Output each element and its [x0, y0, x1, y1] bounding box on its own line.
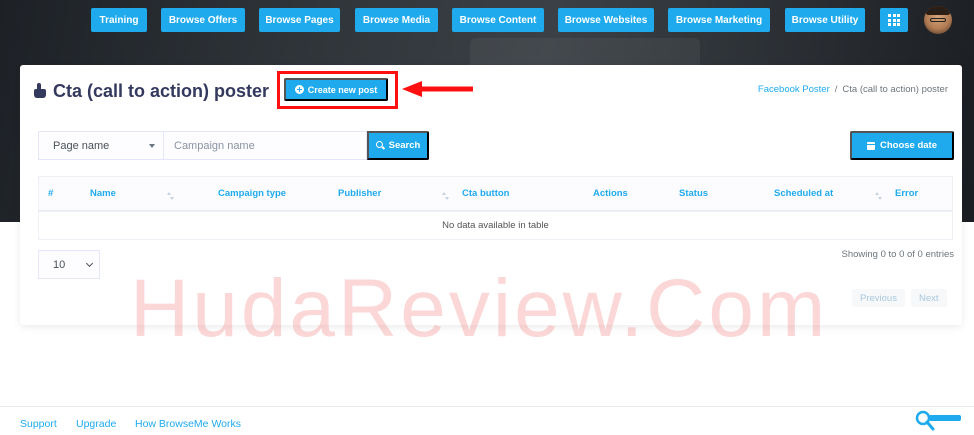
column-header-number[interactable]: #: [48, 188, 53, 199]
footer-support-link[interactable]: Support: [20, 418, 57, 430]
nav-browse-content-button[interactable]: Browse Content: [452, 8, 544, 32]
search-icon: [375, 141, 385, 150]
create-new-post-label: Create new post: [307, 84, 378, 95]
column-header-actions[interactable]: Actions: [593, 188, 628, 199]
column-header-publisher[interactable]: Publisher: [338, 188, 381, 199]
chevron-down-icon: [85, 259, 94, 267]
page-title-text: Cta (call to action) poster: [53, 80, 270, 101]
page-length-select[interactable]: 10: [38, 250, 100, 279]
sort-icon[interactable]: [875, 192, 882, 201]
column-header-scheduled-at[interactable]: Scheduled at: [774, 188, 833, 199]
red-arrow-icon: [402, 81, 473, 97]
filter-bar: Page name Search: [38, 131, 429, 160]
nav-browse-offers-button[interactable]: Browse Offers: [161, 8, 245, 32]
table-empty-message: No data available in table: [442, 220, 549, 231]
calendar-icon: [866, 141, 875, 150]
next-page-button[interactable]: Next: [910, 289, 947, 307]
campaign-name-input[interactable]: [164, 131, 367, 160]
sort-icon[interactable]: [442, 192, 449, 201]
table-header: # Name Campaign type Publisher Cta butto…: [39, 177, 952, 212]
nav-browse-media-button[interactable]: Browse Media: [355, 8, 438, 32]
search-button[interactable]: Search: [367, 131, 429, 160]
user-avatar[interactable]: [924, 6, 952, 34]
footer-how-browseme-works-link[interactable]: How BrowseMe Works: [135, 418, 241, 430]
table-info: Showing 0 to 0 of 0 entries: [841, 249, 955, 260]
choose-date-button[interactable]: Choose date: [850, 131, 954, 160]
page-length-value: 10: [53, 258, 66, 271]
choose-date-label: Choose date: [879, 140, 937, 151]
footer-upgrade-link[interactable]: Upgrade: [76, 418, 116, 430]
nav-browse-marketing-button[interactable]: Browse Marketing: [668, 8, 770, 32]
hand-pointer-icon: [33, 83, 47, 99]
nav-training-button[interactable]: Training: [91, 8, 147, 32]
breadcrumb-separator: /: [834, 84, 838, 95]
caret-down-icon: [149, 143, 155, 148]
breadcrumb: Facebook Poster / Cta (call to action) p…: [758, 84, 948, 95]
page-name-select-value: Page name: [53, 139, 110, 152]
column-header-name[interactable]: Name: [90, 188, 116, 199]
create-new-post-button[interactable]: Create new post: [284, 78, 388, 101]
plus-circle-icon: [294, 85, 304, 94]
previous-page-button[interactable]: Previous: [852, 289, 905, 307]
page-name-select[interactable]: Page name: [38, 131, 164, 160]
search-button-label: Search: [388, 140, 421, 151]
pagination: Previous Next: [852, 289, 947, 307]
column-header-error[interactable]: Error: [895, 188, 918, 199]
apps-grid-icon[interactable]: [880, 8, 908, 32]
page-title: Cta (call to action) poster: [33, 80, 269, 102]
breadcrumb-facebook-poster[interactable]: Facebook Poster: [758, 84, 830, 95]
nav-browse-utility-button[interactable]: Browse Utility: [785, 8, 865, 32]
browseme-logo-icon: [915, 410, 961, 431]
posts-table: # Name Campaign type Publisher Cta butto…: [38, 176, 953, 240]
footer: Support Upgrade How BrowseMe Works: [0, 406, 974, 435]
column-header-status[interactable]: Status: [679, 188, 708, 199]
sort-icon[interactable]: [167, 192, 174, 201]
nav-browse-pages-button[interactable]: Browse Pages: [259, 8, 340, 32]
column-header-cta-button[interactable]: Cta button: [462, 188, 510, 199]
nav-browse-websites-button[interactable]: Browse Websites: [558, 8, 654, 32]
column-header-campaign-type[interactable]: Campaign type: [218, 188, 286, 199]
top-navigation: Training Browse Offers Browse Pages Brow…: [0, 8, 974, 32]
breadcrumb-current: Cta (call to action) poster: [842, 84, 948, 95]
